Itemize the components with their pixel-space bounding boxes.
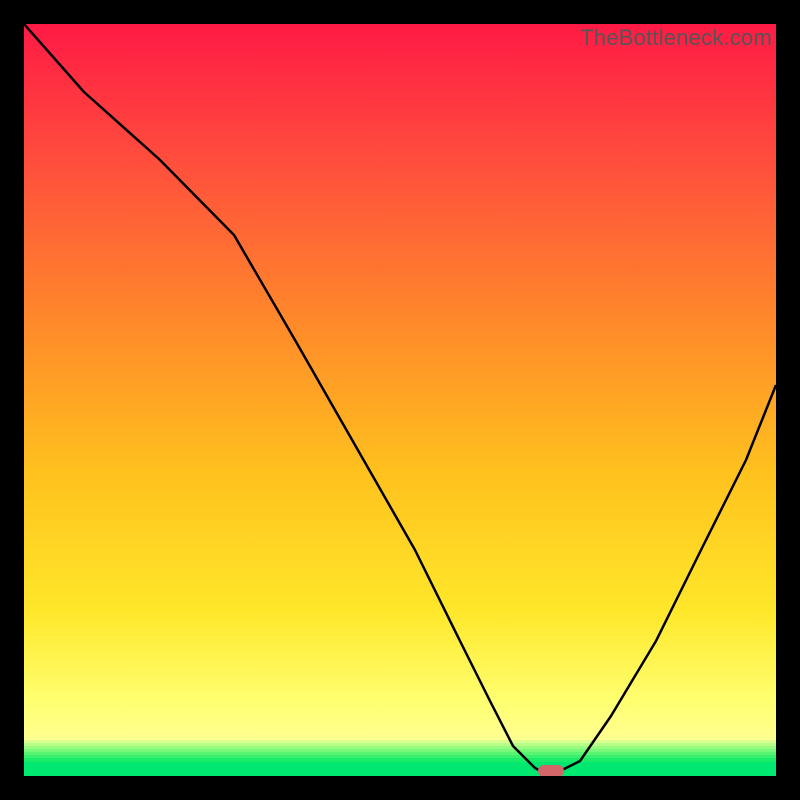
- plot-area: TheBottleneck.com: [24, 24, 776, 776]
- chart-svg: [24, 24, 776, 776]
- green-bands: [24, 740, 776, 776]
- gradient-background: [24, 24, 776, 776]
- trough-marker: [538, 765, 564, 776]
- chart-frame: TheBottleneck.com: [0, 0, 800, 800]
- watermark-text: TheBottleneck.com: [580, 25, 772, 51]
